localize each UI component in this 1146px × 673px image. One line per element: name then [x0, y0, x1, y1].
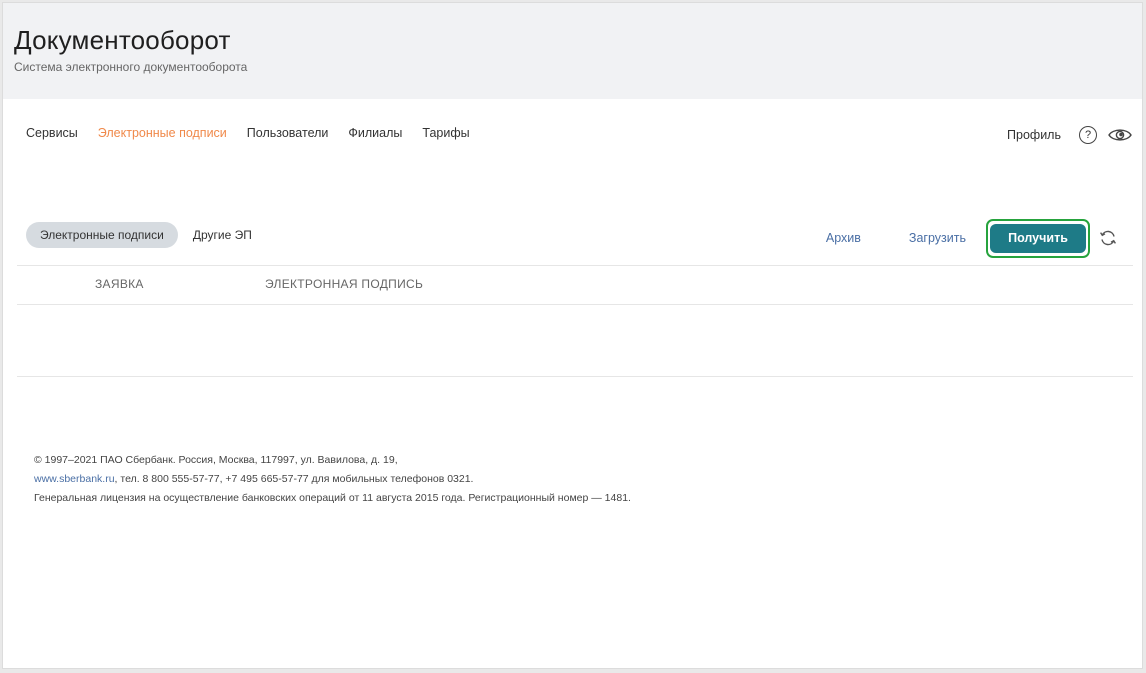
nav-item-branches[interactable]: Филиалы	[348, 126, 402, 146]
question-circle-icon[interactable]: ?	[1079, 126, 1097, 144]
page-header: Документооборот Система электронного док…	[3, 3, 1142, 99]
nav-item-e-signatures[interactable]: Электронные подписи	[98, 126, 227, 146]
app-window: Документооборот Система электронного док…	[2, 2, 1143, 669]
nav-item-tariffs[interactable]: Тарифы	[422, 126, 469, 146]
get-button-highlight: Получить	[986, 218, 1090, 258]
footer-phones: , тел. 8 800 555-57-77, +7 495 665-57-77…	[114, 473, 474, 485]
column-header-signature[interactable]: ЭЛЕКТРОННАЯ ПОДПИСЬ	[265, 277, 423, 291]
table-header-divider	[17, 304, 1133, 305]
tab-electronic-signatures[interactable]: Электронные подписи	[26, 222, 178, 248]
tab-other-signatures[interactable]: Другие ЭП	[193, 228, 252, 242]
footer-license: Генеральная лицензия на осуществление ба…	[34, 492, 631, 504]
nav-item-users[interactable]: Пользователи	[247, 126, 329, 146]
archive-button[interactable]: Архив	[826, 231, 861, 245]
column-header-request[interactable]: ЗАЯВКА	[95, 277, 144, 291]
footer-contacts: www.sberbank.ru, тел. 8 800 555-57-77, +…	[34, 470, 631, 489]
table-top-divider	[17, 265, 1133, 266]
table-bottom-divider	[17, 376, 1133, 377]
sberbank-site-link[interactable]: www.sberbank.ru	[34, 473, 115, 485]
app-subtitle: Система электронного документооборота	[14, 60, 248, 74]
upload-button[interactable]: Загрузить	[909, 231, 966, 245]
signature-tabs: Электронные подписи Другие ЭП	[26, 222, 252, 248]
app-title: Документооборот	[14, 25, 231, 55]
page-footer: © 1997–2021 ПАО Сбербанк. Россия, Москва…	[34, 451, 631, 508]
profile-link[interactable]: Профиль	[1007, 128, 1061, 142]
nav-item-services[interactable]: Сервисы	[26, 126, 78, 146]
header-actions: Профиль ?	[1007, 123, 1132, 147]
refresh-icon[interactable]	[1098, 228, 1118, 248]
get-button[interactable]: Получить	[990, 223, 1086, 253]
main-nav: Сервисы Электронные подписи Пользователи…	[26, 126, 490, 146]
footer-copyright: © 1997–2021 ПАО Сбербанк. Россия, Москва…	[34, 454, 398, 466]
eye-icon[interactable]	[1108, 127, 1132, 143]
toolbar-actions: Архив Загрузить Получить	[826, 218, 1118, 258]
